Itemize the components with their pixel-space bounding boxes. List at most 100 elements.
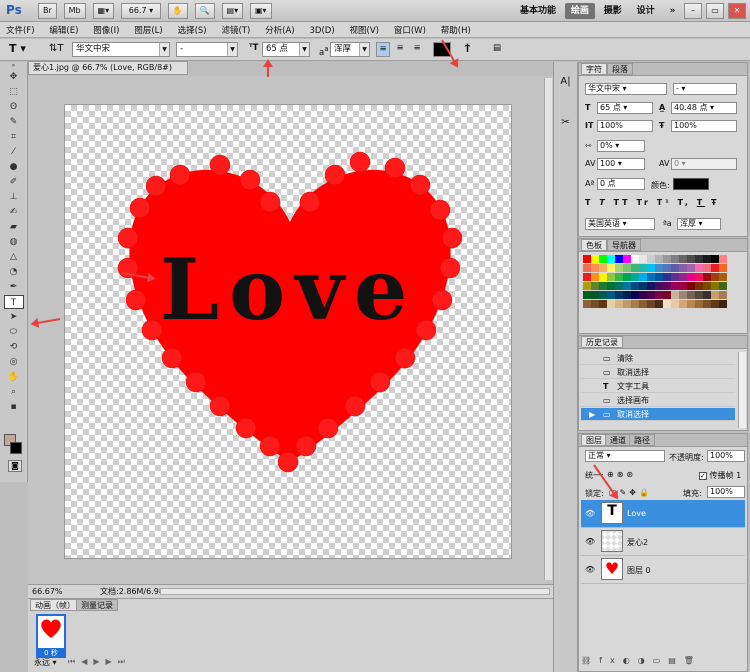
color-swatch[interactable] <box>615 300 623 308</box>
path-select-tool-icon[interactable]: ➤ <box>4 310 24 324</box>
superscript-button[interactable]: T¹ <box>657 198 672 207</box>
hand-tool-icon[interactable]: ✋ <box>4 370 24 384</box>
menu-select[interactable]: 选择(S) <box>172 22 213 36</box>
color-swatch[interactable] <box>703 300 711 308</box>
character-panel-icon[interactable]: A| <box>559 76 573 87</box>
menu-help[interactable]: 帮助(H) <box>435 22 477 36</box>
align-right-button[interactable]: ≡ <box>410 42 424 57</box>
color-swatch[interactable] <box>599 300 607 308</box>
fill-field[interactable]: 100% <box>707 486 745 498</box>
warp-text-icon[interactable]: ϯ <box>462 42 476 57</box>
swatch-grid[interactable] <box>583 255 727 327</box>
color-swatch[interactable] <box>719 255 727 263</box>
menu-analysis[interactable]: 分析(A) <box>259 22 300 36</box>
color-swatch[interactable] <box>583 273 591 281</box>
color-swatch[interactable] <box>639 273 647 281</box>
color-swatch[interactable] <box>639 264 647 272</box>
color-swatch[interactable] <box>591 255 599 263</box>
char-tracking-field[interactable]: 0 ▾ <box>671 158 737 170</box>
small-caps-button[interactable]: Tr <box>636 198 651 207</box>
color-swatch[interactable] <box>703 273 711 281</box>
color-swatch[interactable] <box>711 282 719 290</box>
char-font-size-field[interactable]: 65 点 ▾ <box>597 102 653 114</box>
color-swatch[interactable] <box>695 282 703 290</box>
color-swatch[interactable] <box>583 300 591 308</box>
color-swatch[interactable] <box>623 264 631 272</box>
color-swatch[interactable] <box>655 291 663 299</box>
zoom-tool-icon[interactable]: ⌕ <box>4 385 24 399</box>
tab-character[interactable]: 字符 <box>581 63 607 75</box>
tab-paths[interactable]: 路径 <box>629 434 655 446</box>
tab-history[interactable]: 历史记录 <box>581 336 623 348</box>
color-swatch[interactable] <box>719 282 727 290</box>
color-swatch[interactable] <box>671 291 679 299</box>
color-swatch[interactable] <box>631 255 639 263</box>
color-swatch[interactable] <box>639 282 647 290</box>
history-item[interactable]: ▭ 清除 <box>581 352 735 365</box>
tab-layers[interactable]: 图层 <box>581 434 607 446</box>
color-swatch[interactable] <box>695 264 703 272</box>
history-item[interactable]: T 文字工具 <box>581 380 735 393</box>
char-leading-field[interactable]: 40.48 点 ▾ <box>671 102 737 114</box>
color-swatch[interactable] <box>639 255 647 263</box>
layer-name[interactable]: 图层 0 <box>627 565 651 576</box>
color-swatch[interactable] <box>647 255 655 263</box>
color-swatch[interactable] <box>631 282 639 290</box>
color-swatch[interactable] <box>679 300 687 308</box>
blend-mode-select[interactable]: 正常 ▾ <box>585 450 665 462</box>
color-swatch[interactable] <box>671 264 679 272</box>
restore-button[interactable]: ▭ <box>706 3 724 19</box>
char-baseline-field[interactable]: 0 点 <box>597 178 645 190</box>
color-swatch[interactable] <box>679 255 687 263</box>
background-color-swatch[interactable] <box>10 442 22 454</box>
color-swatch[interactable] <box>671 273 679 281</box>
blur-tool-icon[interactable]: △ <box>4 250 24 264</box>
color-swatch[interactable] <box>591 273 599 281</box>
color-swatch[interactable] <box>647 264 655 272</box>
color-swatch[interactable] <box>623 255 631 263</box>
color-swatch[interactable] <box>583 264 591 272</box>
color-swatch[interactable] <box>647 273 655 281</box>
toolbox-collapse-icon[interactable]: » <box>4 63 24 69</box>
workspace-design[interactable]: 设计 <box>631 3 661 19</box>
color-swatch[interactable] <box>631 300 639 308</box>
color-swatch[interactable] <box>687 291 695 299</box>
layer-name[interactable]: Love <box>627 509 646 518</box>
color-swatch[interactable] <box>679 291 687 299</box>
zoom-tool-icon[interactable]: 🔍 <box>194 3 215 19</box>
color-swatch[interactable] <box>695 273 703 281</box>
all-caps-button[interactable]: TT <box>614 198 631 207</box>
color-swatch[interactable] <box>687 264 695 272</box>
color-swatch[interactable] <box>591 282 599 290</box>
color-swatch[interactable] <box>599 282 607 290</box>
color-swatch[interactable] <box>687 282 695 290</box>
tool-preset-picker[interactable]: T ▾ <box>6 42 42 57</box>
color-swatch[interactable] <box>639 291 647 299</box>
color-swatch[interactable] <box>695 255 703 263</box>
color-swatch[interactable] <box>607 273 615 281</box>
bucket-tool-icon[interactable]: ◍ <box>4 235 24 249</box>
color-swatch[interactable] <box>631 273 639 281</box>
color-swatch[interactable] <box>679 264 687 272</box>
layer-row-layer0[interactable]: 👁 ♥ 图层 0 <box>581 556 745 584</box>
strikethrough-button[interactable]: Ŧ <box>711 198 719 207</box>
color-swatch[interactable] <box>583 291 591 299</box>
color-swatch[interactable] <box>599 291 607 299</box>
color-swatch[interactable] <box>719 300 727 308</box>
toggle-panels-icon[interactable]: ▤ <box>490 42 504 57</box>
color-swatch[interactable] <box>615 255 623 263</box>
color-swatch[interactable] <box>647 282 655 290</box>
color-swatch[interactable] <box>687 273 695 281</box>
char-kerning-field[interactable]: 100 ▾ <box>597 158 645 170</box>
color-swatch[interactable] <box>607 300 615 308</box>
move-tool-icon[interactable]: ✥ <box>4 70 24 84</box>
arrange-documents-icon[interactable]: ▤▾ <box>221 3 244 19</box>
color-swatch[interactable] <box>591 300 599 308</box>
color-swatch[interactable] <box>583 255 591 263</box>
color-swatch[interactable] <box>711 273 719 281</box>
color-swatch[interactable] <box>607 264 615 272</box>
align-left-button[interactable]: ≡ <box>376 42 390 57</box>
layers-footer-buttons[interactable]: ⛓fx◐◑▭▤🗑 <box>581 656 745 670</box>
tool-presets-icon[interactable]: ✂ <box>559 117 573 128</box>
char-font-family-select[interactable]: 华文中宋 ▾ <box>585 83 667 95</box>
